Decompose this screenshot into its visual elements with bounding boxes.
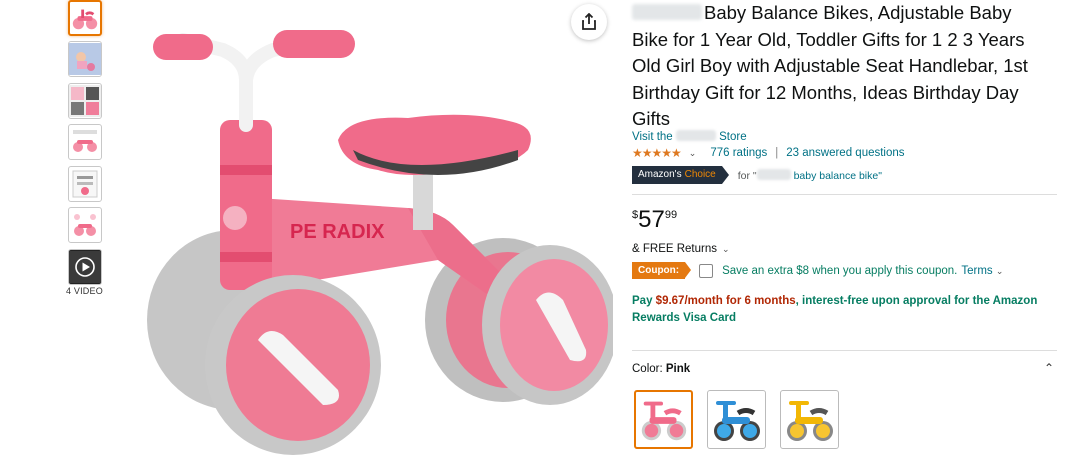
brand-name-redacted xyxy=(632,4,702,20)
divider xyxy=(632,350,1057,351)
price: $5799 xyxy=(632,206,678,233)
amazons-choice-row: Amazon's Choice for " baby balance bike" xyxy=(632,166,882,184)
main-product-image[interactable]: PE RADIX xyxy=(108,20,613,460)
free-returns-link[interactable]: & FREE Returns ⌄ xyxy=(632,243,730,255)
thumbnail-2[interactable] xyxy=(68,41,102,77)
brand-logo: PE RADIX xyxy=(290,221,385,243)
share-button[interactable] xyxy=(571,4,607,40)
thumbnail-6[interactable] xyxy=(68,207,102,243)
visit-store-link[interactable]: Visit the Store xyxy=(632,130,747,143)
video-count-label: 4 VIDEO xyxy=(66,286,103,296)
chevron-down-icon[interactable]: ⌄ xyxy=(689,148,697,159)
star-rating[interactable]: ★★★★★ xyxy=(632,146,682,160)
choice-keyword-link[interactable]: baby balance bike" xyxy=(794,170,882,182)
color-swatch-pink[interactable] xyxy=(634,390,693,449)
thumbnail-4[interactable] xyxy=(68,124,102,160)
coupon-text: Save an extra $8 when you apply this cou… xyxy=(722,264,958,277)
thumbnail-5[interactable] xyxy=(68,166,102,202)
ratings-count-link[interactable]: 776 ratings xyxy=(710,147,767,159)
color-swatch-yellow[interactable] xyxy=(780,390,839,449)
share-icon xyxy=(582,13,596,30)
answered-questions-link[interactable]: 23 answered questions xyxy=(786,147,904,159)
thumbnail-1[interactable] xyxy=(68,0,102,36)
chevron-up-icon[interactable]: ⌃ xyxy=(1044,361,1054,375)
separator: | xyxy=(775,147,779,159)
video-thumbnail[interactable] xyxy=(68,249,102,285)
coupon-tag: Coupon: xyxy=(632,262,692,279)
payment-offer[interactable]: Pay $9.67/month for 6 months, interest-f… xyxy=(632,293,1057,327)
amazons-choice-badge: Amazon's Choice xyxy=(632,166,729,184)
divider xyxy=(632,194,1057,195)
rating-row: ★★★★★ ⌄ 776 ratings | 23 answered questi… xyxy=(632,146,905,160)
chevron-down-icon: ⌄ xyxy=(722,244,730,254)
chevron-down-icon: ⌄ xyxy=(995,265,1004,276)
color-swatch-blue[interactable] xyxy=(707,390,766,449)
color-label: Color: Pink xyxy=(632,363,691,375)
coupon-row: Coupon: Save an extra $8 when you apply … xyxy=(632,262,1003,279)
store-name-redacted xyxy=(675,130,716,141)
product-title: Baby Balance Bikes, Adjustable Baby Bike… xyxy=(632,2,1028,129)
choice-keyword-text: for " baby balance bike" xyxy=(737,168,882,182)
coupon-terms-link[interactable]: Terms ⌄ xyxy=(961,265,1003,277)
keyword-redacted xyxy=(756,168,791,180)
thumbnail-3[interactable] xyxy=(68,83,102,119)
apply-coupon-checkbox[interactable] xyxy=(699,263,714,278)
